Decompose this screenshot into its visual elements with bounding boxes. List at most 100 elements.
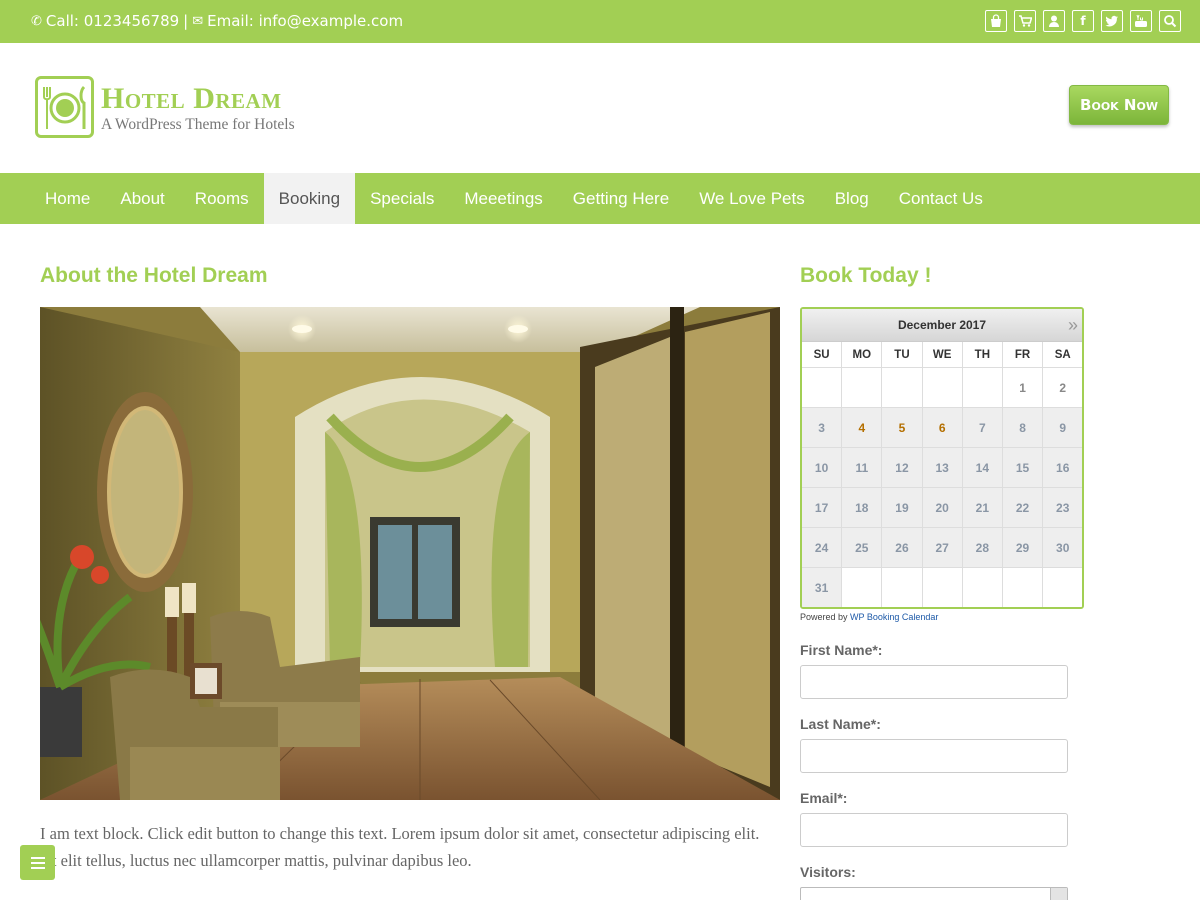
nav-item-we-love-pets[interactable]: We Love Pets (684, 173, 820, 224)
hotel-hallway-image (40, 307, 780, 800)
facebook-icon[interactable]: f (1072, 10, 1094, 32)
next-month-icon[interactable]: » (1068, 309, 1078, 342)
first-name-label: First Name*: (800, 642, 883, 658)
calendar-day[interactable]: 4 (842, 408, 883, 448)
calendar-day[interactable]: 14 (962, 448, 1003, 488)
top-bar: ✆ Call: 0123456789 | ✉ Email: info@examp… (0, 0, 1200, 43)
nav-item-rooms[interactable]: Rooms (180, 173, 264, 224)
calendar-day (962, 568, 1003, 607)
page-title: About the Hotel Dream (40, 264, 268, 287)
calendar-day (1043, 568, 1082, 607)
menu-toggle-button[interactable] (20, 845, 55, 880)
nav-item-home[interactable]: Home (30, 173, 105, 224)
site-tagline: A WordPress Theme for Hotels (101, 116, 295, 133)
visitors-select[interactable] (800, 887, 1068, 900)
calendar-day[interactable]: 25 (842, 528, 883, 568)
phone-icon: ✆ (31, 13, 42, 29)
calendar-day (1002, 568, 1044, 607)
nav-item-contact-us[interactable]: Contact Us (884, 173, 998, 224)
calendar-day (802, 368, 843, 408)
calendar-day[interactable]: 15 (1002, 448, 1044, 488)
calendar-day[interactable]: 28 (962, 528, 1003, 568)
calendar-day (922, 368, 963, 408)
calendar-day[interactable]: 30 (1043, 528, 1082, 568)
calendar-day[interactable]: 3 (802, 408, 843, 448)
hamburger-icon (30, 856, 45, 869)
booking-calendar: December 2017 » SU MO TU WE TH FR SA 1 2 3 4 5 6 7 8 9 1… (800, 307, 1084, 609)
calendar-weekday: SU (802, 342, 843, 368)
sidebar-title: Book Today ! (800, 264, 932, 287)
calendar-day (842, 568, 883, 607)
calendar-month-label: December 2017 (897, 318, 987, 332)
powered-by-prefix: Powered by (800, 612, 848, 622)
nav-item-getting-here[interactable]: Getting Here (558, 173, 684, 224)
calendar-day[interactable]: 2 (1043, 368, 1082, 408)
powered-by-link[interactable]: WP Booking Calendar (850, 612, 938, 622)
calendar-day (882, 368, 923, 408)
calendar-day[interactable]: 10 (802, 448, 843, 488)
calendar-day[interactable]: 29 (1002, 528, 1044, 568)
site-title[interactable]: Hotel Dream (101, 82, 282, 116)
main-navigation: Home About Rooms Booking Specials Meeeti… (0, 173, 1200, 224)
contact-info: ✆ Call: 0123456789 | ✉ Email: info@examp… (31, 12, 403, 30)
phone-text: Call: 0123456789 (45, 12, 180, 30)
calendar-header: December 2017 » (802, 309, 1082, 342)
calendar-day[interactable]: 1 (1002, 368, 1044, 408)
cart-icon[interactable] (1014, 10, 1036, 32)
calendar-day[interactable]: 27 (922, 528, 963, 568)
logo-icon[interactable] (35, 76, 94, 138)
email-text[interactable]: Email: info@example.com (207, 12, 403, 30)
calendar-day[interactable]: 17 (802, 488, 843, 528)
calendar-day[interactable]: 26 (882, 528, 923, 568)
calendar-day[interactable]: 18 (842, 488, 883, 528)
powered-by: Powered by WP Booking Calendar (800, 612, 938, 622)
calendar-day[interactable]: 19 (882, 488, 923, 528)
calendar-day[interactable]: 6 (922, 408, 963, 448)
visitors-label: Visitors: (800, 864, 856, 880)
calendar-day[interactable]: 13 (922, 448, 963, 488)
nav-item-blog[interactable]: Blog (820, 173, 884, 224)
calendar-weekday: TU (882, 342, 923, 368)
calendar-day[interactable]: 24 (802, 528, 843, 568)
calendar-day (842, 368, 883, 408)
calendar-day[interactable]: 12 (882, 448, 923, 488)
last-name-label: Last Name*: (800, 716, 881, 732)
body-text: I am text block. Click edit button to ch… (40, 824, 760, 870)
calendar-day[interactable]: 5 (882, 408, 923, 448)
nav-item-specials[interactable]: Specials (355, 173, 449, 224)
last-name-field[interactable] (800, 739, 1068, 773)
chevron-down-icon[interactable] (1050, 888, 1067, 900)
calendar-day[interactable]: 8 (1002, 408, 1044, 448)
shopping-bag-icon[interactable] (985, 10, 1007, 32)
twitter-icon[interactable] (1101, 10, 1123, 32)
envelope-icon: ✉ (192, 13, 204, 29)
first-name-field[interactable] (800, 665, 1068, 699)
calendar-day[interactable]: 31 (802, 568, 843, 607)
calendar-weekday: SA (1043, 342, 1082, 368)
calendar-day[interactable]: 11 (842, 448, 883, 488)
nav-item-meetings[interactable]: Meeetings (449, 173, 557, 224)
nav-item-booking[interactable]: Booking (263, 173, 356, 224)
calendar-weekday: WE (922, 342, 963, 368)
calendar-weekday: FR (1002, 342, 1044, 368)
youtube-icon[interactable] (1130, 10, 1152, 32)
calendar-day (962, 368, 1003, 408)
contact-separator: | (183, 12, 189, 30)
social-icons: f (985, 10, 1181, 32)
calendar-day[interactable]: 23 (1043, 488, 1082, 528)
calendar-day[interactable]: 22 (1002, 488, 1044, 528)
calendar-weekday: TH (962, 342, 1003, 368)
nav-item-about[interactable]: About (105, 173, 179, 224)
book-now-button[interactable]: Book Now (1069, 85, 1169, 125)
search-icon[interactable] (1159, 10, 1181, 32)
calendar-day[interactable]: 20 (922, 488, 963, 528)
calendar-day[interactable]: 9 (1043, 408, 1082, 448)
calendar-day (922, 568, 963, 607)
calendar-weekday: MO (842, 342, 883, 368)
user-icon[interactable] (1043, 10, 1065, 32)
calendar-day[interactable]: 16 (1043, 448, 1082, 488)
email-field[interactable] (800, 813, 1068, 847)
calendar-day[interactable]: 21 (962, 488, 1003, 528)
calendar-day[interactable]: 7 (962, 408, 1003, 448)
email-label: Email*: (800, 790, 848, 806)
